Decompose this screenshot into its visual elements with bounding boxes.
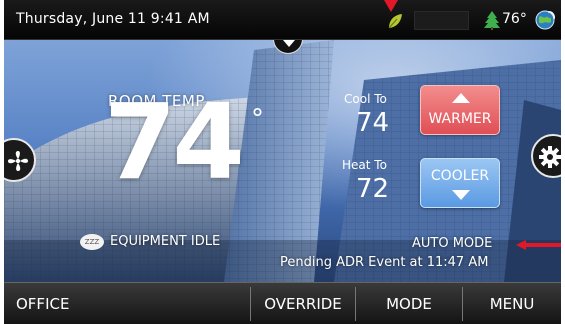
- degree-symbol: °: [251, 104, 264, 134]
- gear-icon: [539, 146, 561, 168]
- chevron-up-icon: [452, 93, 470, 103]
- status-bar: Thursday, June 11 9:41 AM 76°: [4, 0, 561, 40]
- status-display-box: [414, 11, 469, 30]
- office-button[interactable]: OFFICE: [4, 283, 250, 324]
- equipment-status-label: EQUIPMENT IDLE: [110, 234, 221, 249]
- heat-setpoint-value: 72: [356, 174, 390, 204]
- cool-setpoint-value: 74: [356, 108, 390, 138]
- outdoor-temperature: 76°: [502, 11, 527, 27]
- cool-to-label: Cool To: [344, 92, 387, 106]
- adr-event-notice: Pending ADR Event at 11:47 AM: [280, 255, 489, 270]
- fan-icon: [8, 151, 28, 171]
- cooler-button[interactable]: COOLER: [420, 158, 500, 208]
- sleep-icon: ZZZ: [80, 234, 104, 250]
- menu-button[interactable]: MENU: [463, 283, 561, 324]
- thermostat-screen: Thursday, June 11 9:41 AM 76° ROOM TEMP …: [4, 0, 561, 324]
- date-time: Thursday, June 11 9:41 AM: [16, 11, 210, 27]
- warmer-button[interactable]: WARMER: [420, 85, 500, 135]
- tree-icon: [484, 11, 500, 30]
- main-display: ROOM TEMP 74 ° Cool To 74 Heat To 72 WAR…: [4, 40, 561, 282]
- bottom-nav: OFFICE OVERRIDE MODE MENU: [4, 282, 561, 324]
- chevron-down-icon: [452, 190, 470, 200]
- room-temp-value: 74: [104, 81, 245, 203]
- globe-icon[interactable]: [534, 9, 556, 31]
- warmer-label: WARMER: [428, 111, 492, 127]
- annotation-pointer-icon: [384, 0, 398, 12]
- override-button[interactable]: OVERRIDE: [251, 283, 355, 324]
- mode-status: AUTO MODE: [412, 236, 493, 251]
- annotation-arrow-icon: [516, 240, 561, 250]
- leaf-icon[interactable]: [386, 12, 404, 30]
- mode-button[interactable]: MODE: [356, 283, 462, 324]
- heat-to-label: Heat To: [342, 158, 387, 172]
- cooler-label: COOLER: [430, 168, 490, 184]
